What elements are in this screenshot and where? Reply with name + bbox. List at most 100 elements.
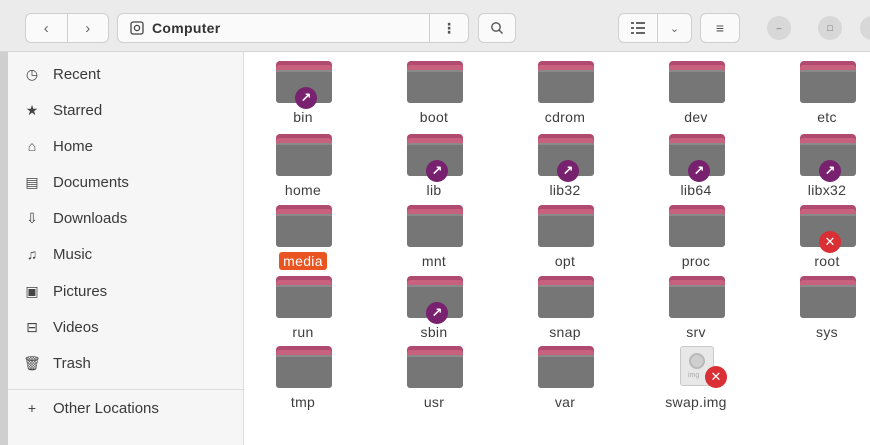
- symlink-badge-icon: ↗: [426, 160, 448, 182]
- minimize-icon: –: [776, 23, 782, 33]
- item-name: swap.img: [665, 394, 727, 410]
- star-icon: ★: [25, 101, 39, 118]
- picture-icon: ▣: [25, 282, 39, 299]
- header-bar: ‹ › Computer ⋮ ⌄ ≡ – □: [0, 0, 870, 52]
- item-name: usr: [423, 394, 445, 410]
- symlink-badge-icon: ↗: [688, 160, 710, 182]
- list-view-button[interactable]: [619, 14, 657, 42]
- folder-icon: [407, 61, 463, 103]
- symlink-badge-icon: ↗: [819, 160, 841, 182]
- folder-icon: [538, 205, 594, 247]
- locked-badge-icon: ✕: [705, 366, 727, 388]
- item-name: bin: [293, 109, 313, 125]
- sidebar-item-documents[interactable]: ▤ Documents: [8, 168, 243, 196]
- item-name: etc: [817, 109, 837, 125]
- folder-icon: [669, 205, 725, 247]
- folder-icon: [276, 205, 332, 247]
- minimize-button[interactable]: –: [767, 16, 791, 40]
- sidebar-item-music[interactable]: ♫ Music: [8, 240, 243, 268]
- search-icon: [491, 22, 503, 34]
- maximize-button[interactable]: □: [818, 16, 842, 40]
- maximize-icon: □: [827, 23, 833, 33]
- selected-item-name: media: [279, 252, 327, 270]
- sidebar-item-label: Trash: [53, 354, 91, 372]
- folder-icon: [407, 205, 463, 247]
- search-button[interactable]: [478, 13, 516, 43]
- folder-icon: [669, 276, 725, 318]
- chevron-right-icon: ›: [85, 19, 91, 37]
- item-name: home: [284, 182, 322, 198]
- file-grid: ↗ bin boot cdrom dev etc home ↗ lib ↗ lib32…: [244, 52, 870, 445]
- item-name: srv: [686, 324, 706, 340]
- clock-icon: ◷: [25, 65, 39, 82]
- location-label: Computer: [152, 20, 221, 36]
- folder-icon: [538, 61, 594, 103]
- folder-icon: [276, 346, 332, 388]
- music-icon: ♫: [26, 246, 38, 262]
- navigation-buttons: ‹ ›: [25, 13, 109, 43]
- symlink-badge-icon: ↗: [295, 87, 317, 109]
- chevron-down-icon: ⌄: [669, 22, 680, 35]
- item-name: tmp: [290, 394, 316, 410]
- folder-icon: [669, 61, 725, 103]
- sidebar-item-downloads[interactable]: ⇩ Downloads: [8, 204, 243, 232]
- sidebar-item-home[interactable]: ⌂ Home: [8, 132, 243, 160]
- item-name: boot: [419, 109, 449, 125]
- vertical-dots-icon: ⋮: [442, 19, 456, 36]
- item-name: var: [554, 394, 576, 410]
- forward-button[interactable]: ›: [66, 14, 109, 42]
- sidebar-item-label: Downloads: [53, 209, 128, 227]
- drive-icon: [130, 21, 144, 35]
- item-name: opt: [554, 253, 576, 269]
- sidebar-item-pictures[interactable]: ▣ Pictures: [8, 277, 243, 305]
- sidebar-item-label: Documents: [53, 173, 129, 191]
- item-name: mnt: [421, 253, 447, 269]
- item-name: sbin: [420, 324, 448, 340]
- home-icon: ⌂: [27, 138, 37, 154]
- view-options-dropdown[interactable]: ⌄: [657, 14, 691, 42]
- main-menu-button[interactable]: ≡: [700, 13, 740, 43]
- hamburger-icon: ≡: [715, 20, 725, 36]
- sidebar-item-label: Home: [53, 137, 94, 155]
- sidebar-item-label: Starred: [53, 101, 103, 119]
- symlink-badge-icon: ↗: [426, 302, 448, 324]
- video-icon: ⊟: [26, 318, 38, 335]
- item-name: libx32: [807, 182, 847, 198]
- item-name: run: [292, 324, 314, 340]
- view-toggle: ⌄: [618, 13, 692, 43]
- folder-icon: [538, 276, 594, 318]
- item-name: media: [248, 252, 358, 270]
- sidebar: ◷ Recent ★ Starred ⌂ Home ▤ Documents ⇩ Downl…: [8, 52, 244, 445]
- sidebar-item-recent[interactable]: ◷ Recent: [8, 60, 243, 88]
- sidebar-item-other-locations[interactable]: + Other Locations: [8, 394, 243, 422]
- location-menu-button[interactable]: ⋮: [429, 14, 468, 42]
- close-button[interactable]: [860, 16, 870, 40]
- item-name: lib32: [549, 182, 581, 198]
- folder-icon: [276, 134, 332, 176]
- item-name: lib: [426, 182, 442, 198]
- locked-badge-icon: ✕: [819, 231, 841, 253]
- item-name: root: [814, 253, 840, 269]
- location-bar[interactable]: Computer ⋮: [117, 13, 469, 43]
- chevron-left-icon: ‹: [43, 19, 49, 37]
- window-left-edge: [0, 0, 8, 445]
- folder-icon: [407, 346, 463, 388]
- sidebar-item-videos[interactable]: ⊟ Videos: [8, 313, 243, 341]
- sidebar-item-label: Videos: [53, 318, 99, 336]
- sidebar-item-label: Recent: [53, 65, 101, 83]
- folder-icon: [276, 276, 332, 318]
- folder-icon: [800, 276, 856, 318]
- sidebar-item-label: Pictures: [53, 282, 108, 300]
- sidebar-item-trash[interactable]: 🗑 Trash: [8, 349, 243, 377]
- item-name: lib64: [680, 182, 712, 198]
- back-button[interactable]: ‹: [26, 14, 67, 42]
- sidebar-item-starred[interactable]: ★ Starred: [8, 96, 243, 124]
- item-name: cdrom: [544, 109, 586, 125]
- sidebar-item-label: Music: [53, 245, 93, 263]
- document-icon: ▤: [25, 173, 39, 190]
- breadcrumb[interactable]: Computer: [130, 20, 221, 36]
- item-name: dev: [684, 109, 708, 125]
- trash-icon: 🗑: [23, 354, 41, 371]
- file-icon-text: img: [688, 372, 700, 379]
- item-name: proc: [681, 253, 711, 269]
